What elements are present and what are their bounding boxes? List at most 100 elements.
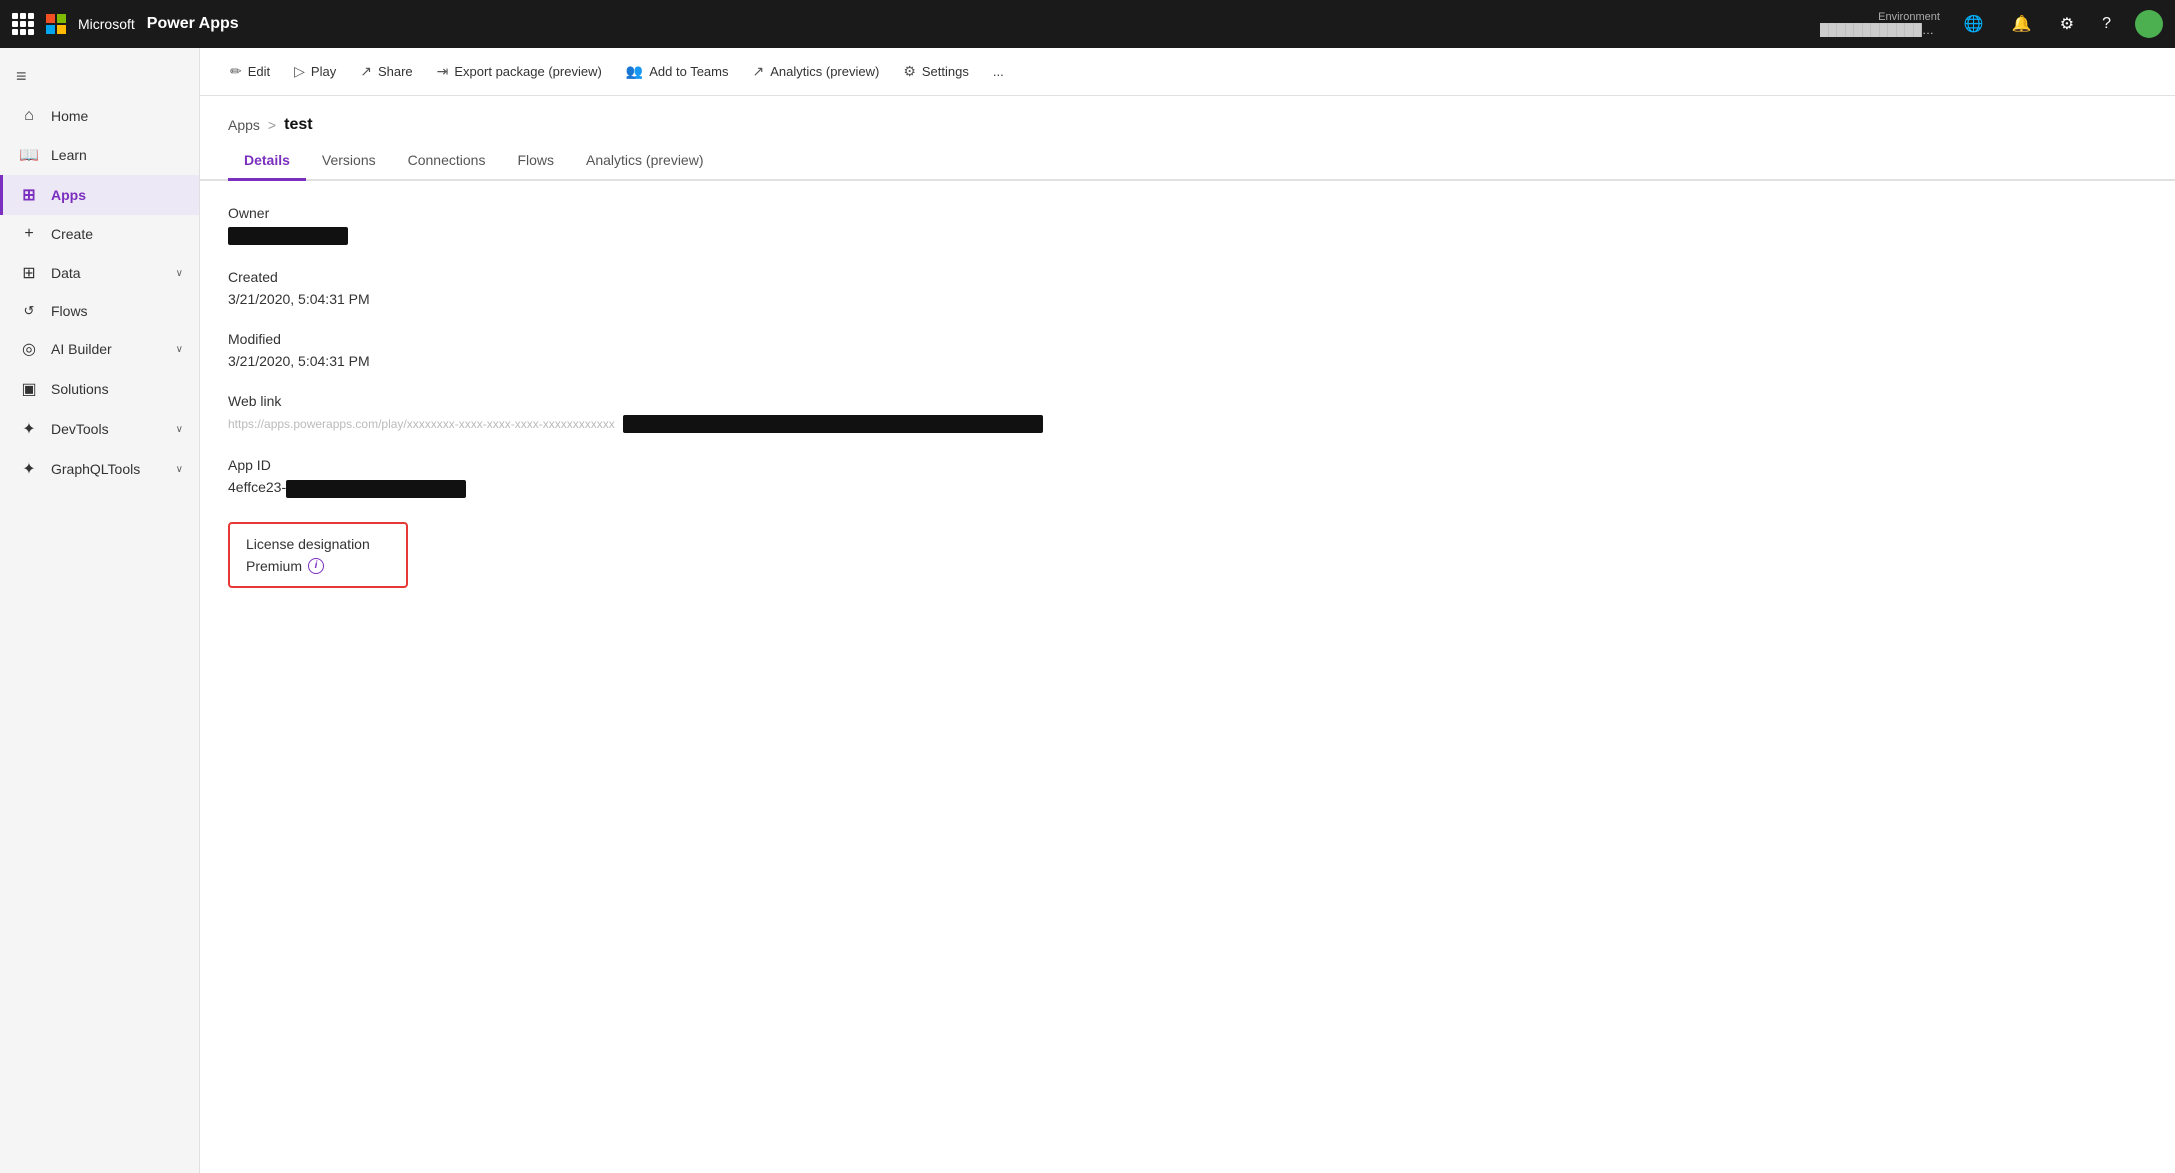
export-icon: ⇥: [437, 63, 449, 80]
tabs-bar: Details Versions Connections Flows Analy…: [200, 142, 2175, 181]
owner-redacted: [228, 227, 348, 245]
avatar[interactable]: [2135, 10, 2163, 38]
settings-button[interactable]: ⚙ Settings: [893, 57, 979, 86]
analytics-icon: ↗: [753, 63, 765, 80]
share-label: Share: [378, 64, 413, 79]
tab-details[interactable]: Details: [228, 142, 306, 181]
sidebar-label-data: Data: [51, 265, 164, 281]
help-icon[interactable]: ?: [2098, 11, 2115, 37]
nav-right: Environment ███████████████ 🌐 🔔 ⚙ ?: [1820, 10, 2163, 38]
app-title: Power Apps: [147, 15, 239, 33]
add-to-teams-button[interactable]: 👥 Add to Teams: [616, 57, 739, 86]
analytics-button[interactable]: ↗ Analytics (preview): [743, 57, 890, 86]
data-icon: ⊞: [19, 263, 39, 283]
share-icon: ↗: [360, 63, 372, 80]
more-label: ...: [993, 64, 1004, 79]
share-button[interactable]: ↗ Share: [350, 57, 422, 86]
sidebar-item-solutions[interactable]: ▣ Solutions: [0, 369, 199, 409]
sidebar-item-graphqltools[interactable]: ✦ GraphQLTools ∨: [0, 449, 199, 489]
sidebar-item-apps[interactable]: ⊞ Apps: [0, 175, 199, 215]
owner-label: Owner: [228, 205, 2147, 221]
microsoft-logo: [46, 14, 66, 34]
weblink-label: Web link: [228, 393, 2147, 409]
breadcrumb: Apps > test: [200, 96, 2175, 142]
main-layout: ≡ ⌂ Home 📖 Learn ⊞ Apps + Create ⊞ Data …: [0, 48, 2175, 1173]
sidebar-label-devtools: DevTools: [51, 421, 164, 437]
sidebar-item-home[interactable]: ⌂ Home: [0, 97, 199, 135]
license-row: Premium i: [246, 558, 390, 574]
ai-builder-icon: ◎: [19, 339, 39, 359]
solutions-icon: ▣: [19, 379, 39, 399]
breadcrumb-parent[interactable]: Apps: [228, 117, 260, 133]
owner-field: Owner: [228, 205, 2147, 245]
create-icon: +: [19, 225, 39, 243]
toolbar: ✏ Edit ▷ Play ↗ Share ⇥ Export package (…: [200, 48, 2175, 96]
notification-icon[interactable]: 🔔: [2008, 10, 2036, 38]
graphql-icon: ✦: [19, 459, 39, 479]
settings-label: Settings: [922, 64, 969, 79]
weblink-redacted: [623, 415, 1043, 433]
appid-redacted: [286, 480, 466, 498]
tab-flows[interactable]: Flows: [501, 142, 570, 181]
home-icon: ⌂: [19, 107, 39, 125]
weblink-field: Web link https://apps.powerapps.com/play…: [228, 393, 2147, 433]
edit-label: Edit: [248, 64, 270, 79]
sidebar-label-flows: Flows: [51, 303, 183, 319]
export-label: Export package (preview): [454, 64, 601, 79]
tab-versions[interactable]: Versions: [306, 142, 392, 181]
top-nav: Microsoft Power Apps Environment ███████…: [0, 0, 2175, 48]
play-label: Play: [311, 64, 336, 79]
data-chevron: ∨: [176, 268, 183, 279]
environment-label: Environment: [1878, 11, 1940, 23]
play-icon: ▷: [294, 63, 305, 80]
created-field: Created 3/21/2020, 5:04:31 PM: [228, 269, 2147, 307]
modified-field: Modified 3/21/2020, 5:04:31 PM: [228, 331, 2147, 369]
sidebar-item-create[interactable]: + Create: [0, 215, 199, 253]
waffle-icon[interactable]: [12, 13, 34, 35]
nav-left: Microsoft Power Apps: [12, 13, 239, 35]
settings-icon[interactable]: ⚙: [2056, 10, 2078, 38]
sidebar-label-solutions: Solutions: [51, 381, 183, 397]
license-box: License designation Premium i: [228, 522, 408, 588]
sidebar-item-ai-builder[interactable]: ◎ AI Builder ∨: [0, 329, 199, 369]
sidebar-label-graphqltools: GraphQLTools: [51, 461, 164, 477]
apps-icon: ⊞: [19, 185, 39, 205]
environment-section: Environment ███████████████: [1820, 11, 1940, 37]
sidebar-label-create: Create: [51, 226, 183, 242]
license-label: License designation: [246, 536, 390, 552]
edit-button[interactable]: ✏ Edit: [220, 57, 280, 86]
add-to-teams-label: Add to Teams: [649, 64, 728, 79]
weblink-blurred: https://apps.powerapps.com/play/xxxxxxxx…: [228, 417, 615, 431]
globe-icon[interactable]: 🌐: [1960, 10, 1988, 38]
appid-prefix: 4effce23-: [228, 479, 286, 495]
environment-value: ███████████████: [1820, 23, 1940, 37]
info-icon[interactable]: i: [308, 558, 324, 574]
license-field: License designation Premium i: [228, 522, 2147, 588]
created-value: 3/21/2020, 5:04:31 PM: [228, 291, 2147, 307]
settings-btn-icon: ⚙: [903, 63, 916, 80]
modified-label: Modified: [228, 331, 2147, 347]
sidebar-toggle[interactable]: ≡: [0, 56, 199, 97]
play-button[interactable]: ▷ Play: [284, 57, 346, 86]
devtools-chevron: ∨: [176, 424, 183, 435]
tab-analytics[interactable]: Analytics (preview): [570, 142, 719, 181]
license-value: Premium: [246, 558, 302, 574]
more-button[interactable]: ...: [983, 58, 1014, 85]
tab-connections[interactable]: Connections: [392, 142, 502, 181]
learn-icon: 📖: [19, 145, 39, 165]
graphql-chevron: ∨: [176, 464, 183, 475]
sidebar-item-data[interactable]: ⊞ Data ∨: [0, 253, 199, 293]
flows-icon: ↺: [19, 303, 39, 319]
devtools-icon: ✦: [19, 419, 39, 439]
sidebar-item-flows[interactable]: ↺ Flows: [0, 293, 199, 329]
analytics-label: Analytics (preview): [770, 64, 879, 79]
ai-builder-chevron: ∨: [176, 344, 183, 355]
teams-icon: 👥: [626, 63, 643, 80]
sidebar-item-devtools[interactable]: ✦ DevTools ∨: [0, 409, 199, 449]
created-label: Created: [228, 269, 2147, 285]
sidebar-item-learn[interactable]: 📖 Learn: [0, 135, 199, 175]
export-button[interactable]: ⇥ Export package (preview): [427, 57, 612, 86]
sidebar-label-ai-builder: AI Builder: [51, 341, 164, 357]
sidebar-label-home: Home: [51, 108, 183, 124]
breadcrumb-current: test: [284, 116, 312, 134]
